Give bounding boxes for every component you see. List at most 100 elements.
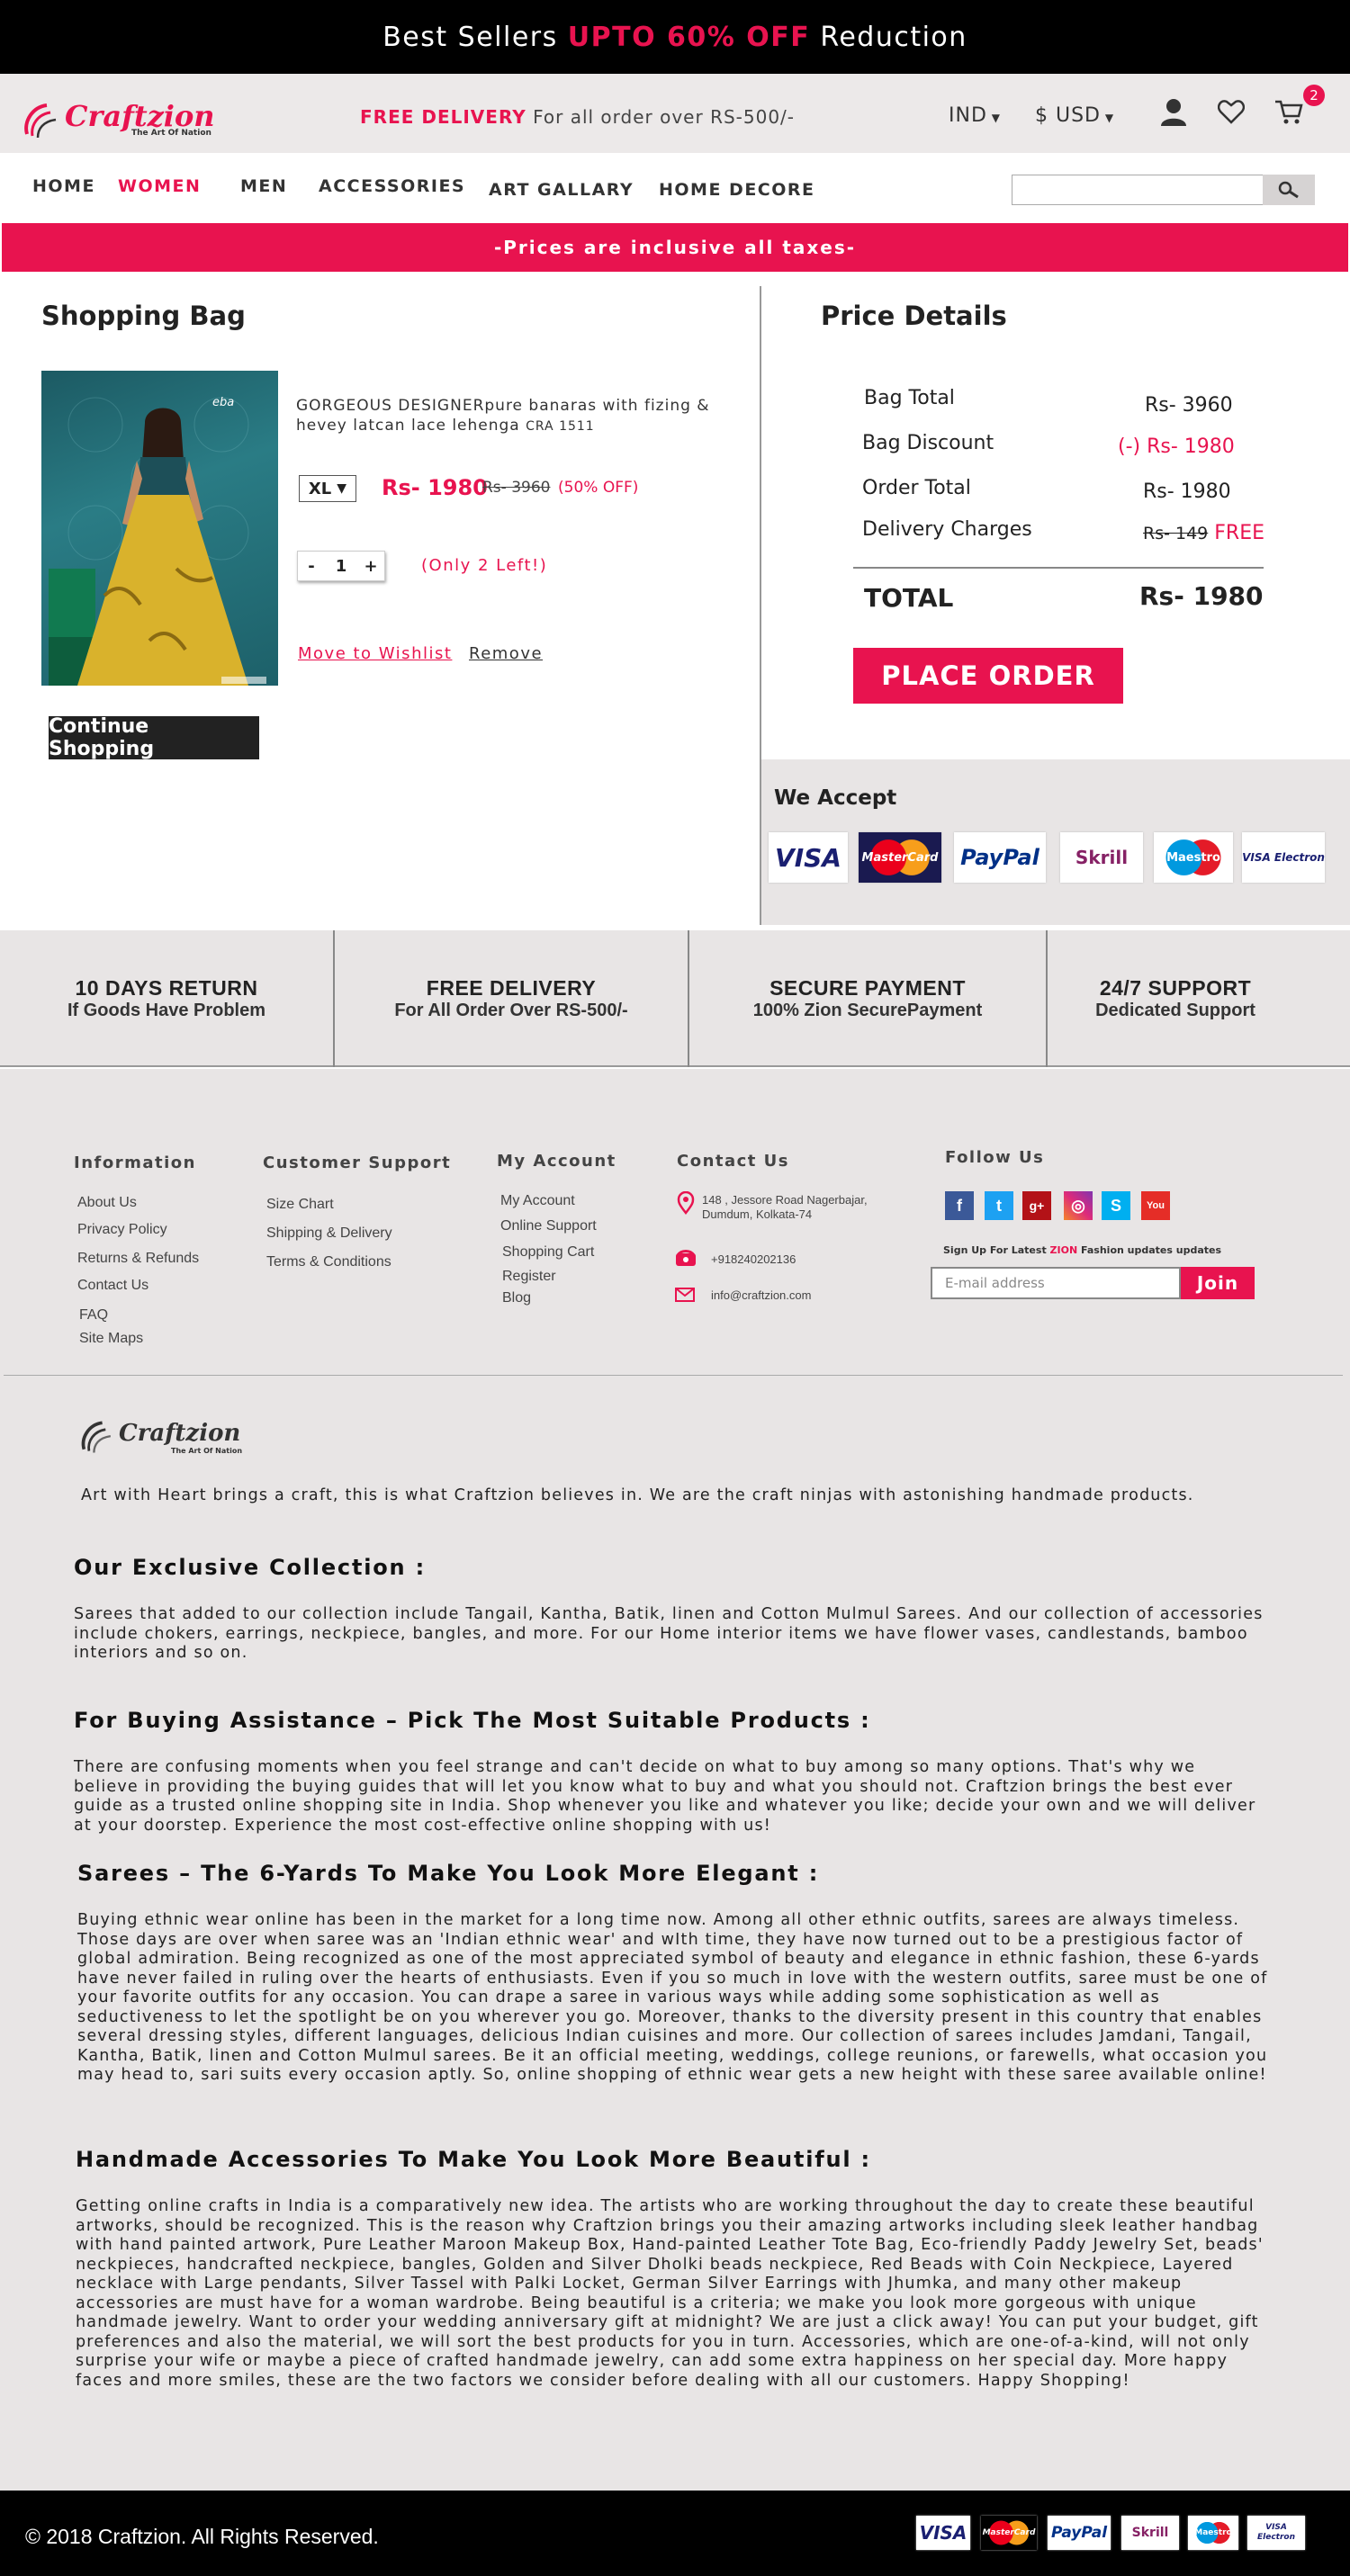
- about-intro: Art with Heart brings a craft, this is w…: [81, 1486, 1194, 1504]
- section-title: For Buying Assistance – Pick The Most Su…: [74, 1708, 871, 1733]
- maestro-icon: Maestro: [1188, 2516, 1238, 2550]
- search-icon: [1278, 181, 1299, 199]
- promo-highlight: UPTO 60% OFF: [567, 21, 811, 53]
- nav-accessories[interactable]: ACCESSORIES: [319, 176, 465, 196]
- skrill-icon: Skrill: [1121, 2516, 1179, 2550]
- order-total-value: Rs- 1980: [1143, 480, 1231, 503]
- section-text: Getting online crafts in India is a comp…: [76, 2197, 1264, 2390]
- currency-value: $ USD: [1035, 104, 1101, 127]
- qty-minus-button[interactable]: -: [298, 552, 325, 580]
- chevron-down-icon: ▼: [337, 481, 347, 496]
- chevron-down-icon: ▼: [986, 112, 1001, 124]
- newsletter-email-input[interactable]: E-mail address: [931, 1267, 1181, 1299]
- cart-icon[interactable]: [1271, 94, 1307, 130]
- footer-logo[interactable]: Craftzion The Art Of Nation: [77, 1416, 242, 1458]
- mastercard-icon: MasterCard: [981, 2516, 1037, 2550]
- feature-delivery: FREE DELIVERY For All Order Over RS-500/-: [335, 930, 688, 1067]
- product-image[interactable]: eba: [41, 371, 278, 686]
- footer-link-faq[interactable]: FAQ: [79, 1307, 108, 1324]
- instagram-icon[interactable]: ◎: [1064, 1191, 1093, 1220]
- country-select[interactable]: IND ▼: [949, 104, 1001, 127]
- visa-card-icon: VISA: [916, 2516, 970, 2550]
- qty-plus-button[interactable]: +: [357, 552, 384, 580]
- mastercard-icon: MasterCard: [859, 832, 941, 883]
- place-order-button[interactable]: PLACE ORDER: [853, 648, 1123, 704]
- search-input[interactable]: [1012, 175, 1265, 205]
- bag-total-label: Bag Total: [864, 387, 955, 409]
- logo-text: Craftzion: [65, 99, 215, 133]
- google-plus-icon[interactable]: g+: [1022, 1191, 1051, 1220]
- price-details-title: Price Details: [821, 301, 1007, 331]
- product-old-price: Rs- 3960: [482, 479, 551, 497]
- feature-title: 24/7 SUPPORT: [1099, 976, 1252, 1000]
- move-to-wishlist-link[interactable]: Move to Wishlist: [298, 644, 452, 663]
- quantity-stepper[interactable]: - 1 +: [297, 551, 385, 581]
- facebook-icon[interactable]: f: [945, 1191, 974, 1220]
- phone-icon: [674, 1250, 698, 1271]
- user-icon[interactable]: [1156, 94, 1192, 130]
- shopping-bag-title: Shopping Bag: [41, 301, 246, 331]
- continue-shopping-button[interactable]: Continue Shopping: [49, 715, 259, 760]
- paypal-icon: PayPal: [954, 832, 1046, 883]
- footer-link-online-support[interactable]: Online Support: [500, 1218, 597, 1234]
- footer-link-returns[interactable]: Returns & Refunds: [77, 1251, 199, 1267]
- search-button[interactable]: [1263, 175, 1315, 205]
- tax-notice-bar: -Prices are inclusive all taxes-: [2, 223, 1348, 272]
- footer-link-size-chart[interactable]: Size Chart: [266, 1197, 334, 1213]
- country-value: IND: [949, 104, 987, 127]
- wishlist-heart-icon[interactable]: [1213, 94, 1249, 130]
- section-text: There are confusing moments when you fee…: [74, 1758, 1256, 1835]
- bag-discount-label: Bag Discount: [862, 432, 994, 454]
- skype-icon[interactable]: S: [1102, 1191, 1130, 1220]
- currency-select[interactable]: $ USD ▼: [1035, 104, 1114, 127]
- feature-support: 24/7 SUPPORT Dedicated Support: [1048, 930, 1303, 1067]
- copyright-text: © 2018 Craftzion. All Rights Reserved.: [25, 2525, 379, 2548]
- footer-link-shipping[interactable]: Shipping & Delivery: [266, 1225, 392, 1242]
- footer-link-cart[interactable]: Shopping Cart: [502, 1244, 594, 1261]
- maestro-icon: Maestro: [1154, 832, 1233, 883]
- logo-swirl-icon: [81, 1421, 111, 1453]
- signup-post: Fashion updates updates: [1077, 1244, 1222, 1256]
- nav-art-gallary[interactable]: ART GALLARY: [489, 180, 634, 200]
- feature-subtitle: 100% Zion SecurePayment: [752, 1001, 983, 1020]
- product-name[interactable]: GORGEOUS DESIGNERpure banaras with fizin…: [296, 396, 710, 436]
- feature-subtitle: For All Order Over RS-500/-: [394, 1001, 628, 1020]
- footer-link-blog[interactable]: Blog: [502, 1290, 531, 1306]
- nav-men[interactable]: MEN: [240, 176, 287, 196]
- total-label: TOTAL: [864, 583, 954, 613]
- footer-link-contact[interactable]: Contact Us: [77, 1278, 148, 1294]
- footer-link-my-account[interactable]: My Account: [500, 1193, 575, 1209]
- visa-card-icon: VISA: [769, 832, 848, 883]
- contact-email[interactable]: info@craftzion.com: [711, 1288, 811, 1302]
- youtube-icon[interactable]: You: [1141, 1191, 1170, 1220]
- footer-link-sitemaps[interactable]: Site Maps: [79, 1331, 143, 1347]
- promo-bar: Best Sellers UPTO 60% OFF Reduction: [0, 0, 1350, 74]
- paypal-icon: PayPal: [1048, 2516, 1111, 2550]
- contact-us-heading: Contact Us: [677, 1152, 790, 1171]
- discount-percent: (50% OFF): [558, 479, 639, 497]
- signup-pre: Sign Up For Latest: [943, 1244, 1050, 1256]
- footer-link-privacy[interactable]: Privacy Policy: [77, 1222, 167, 1238]
- total-divider: [853, 567, 1264, 569]
- join-button[interactable]: Join: [1181, 1267, 1255, 1299]
- stock-notice: (Only 2 Left!): [421, 556, 548, 575]
- free-delivery-notice: FREE DELIVERY For all order over RS-500/…: [360, 106, 795, 128]
- size-select[interactable]: XL ▼: [299, 475, 356, 502]
- follow-us-heading: Follow Us: [945, 1148, 1045, 1167]
- site-logo[interactable]: Craftzion The Art Of Nation: [20, 94, 215, 148]
- nav-home-decore[interactable]: HOME DECORE: [659, 180, 815, 200]
- remove-link[interactable]: Remove: [469, 644, 543, 663]
- delivery-free: FREE: [1214, 522, 1265, 544]
- contact-phone[interactable]: +918240202136: [711, 1252, 796, 1266]
- feature-title: SECURE PAYMENT: [770, 976, 966, 1000]
- my-account-heading: My Account: [497, 1152, 616, 1171]
- nav-home[interactable]: HOME: [32, 176, 95, 196]
- promo-post: Reduction: [810, 21, 968, 53]
- footer-link-register[interactable]: Register: [502, 1269, 556, 1285]
- footer-link-terms[interactable]: Terms & Conditions: [266, 1254, 392, 1270]
- delivery-charges-value: Rs- 149 FREE: [1143, 522, 1264, 544]
- footer-link-about[interactable]: About Us: [77, 1195, 137, 1211]
- twitter-icon[interactable]: t: [985, 1191, 1013, 1220]
- qty-value[interactable]: 1: [325, 552, 357, 580]
- nav-women[interactable]: WOMEN: [118, 176, 201, 196]
